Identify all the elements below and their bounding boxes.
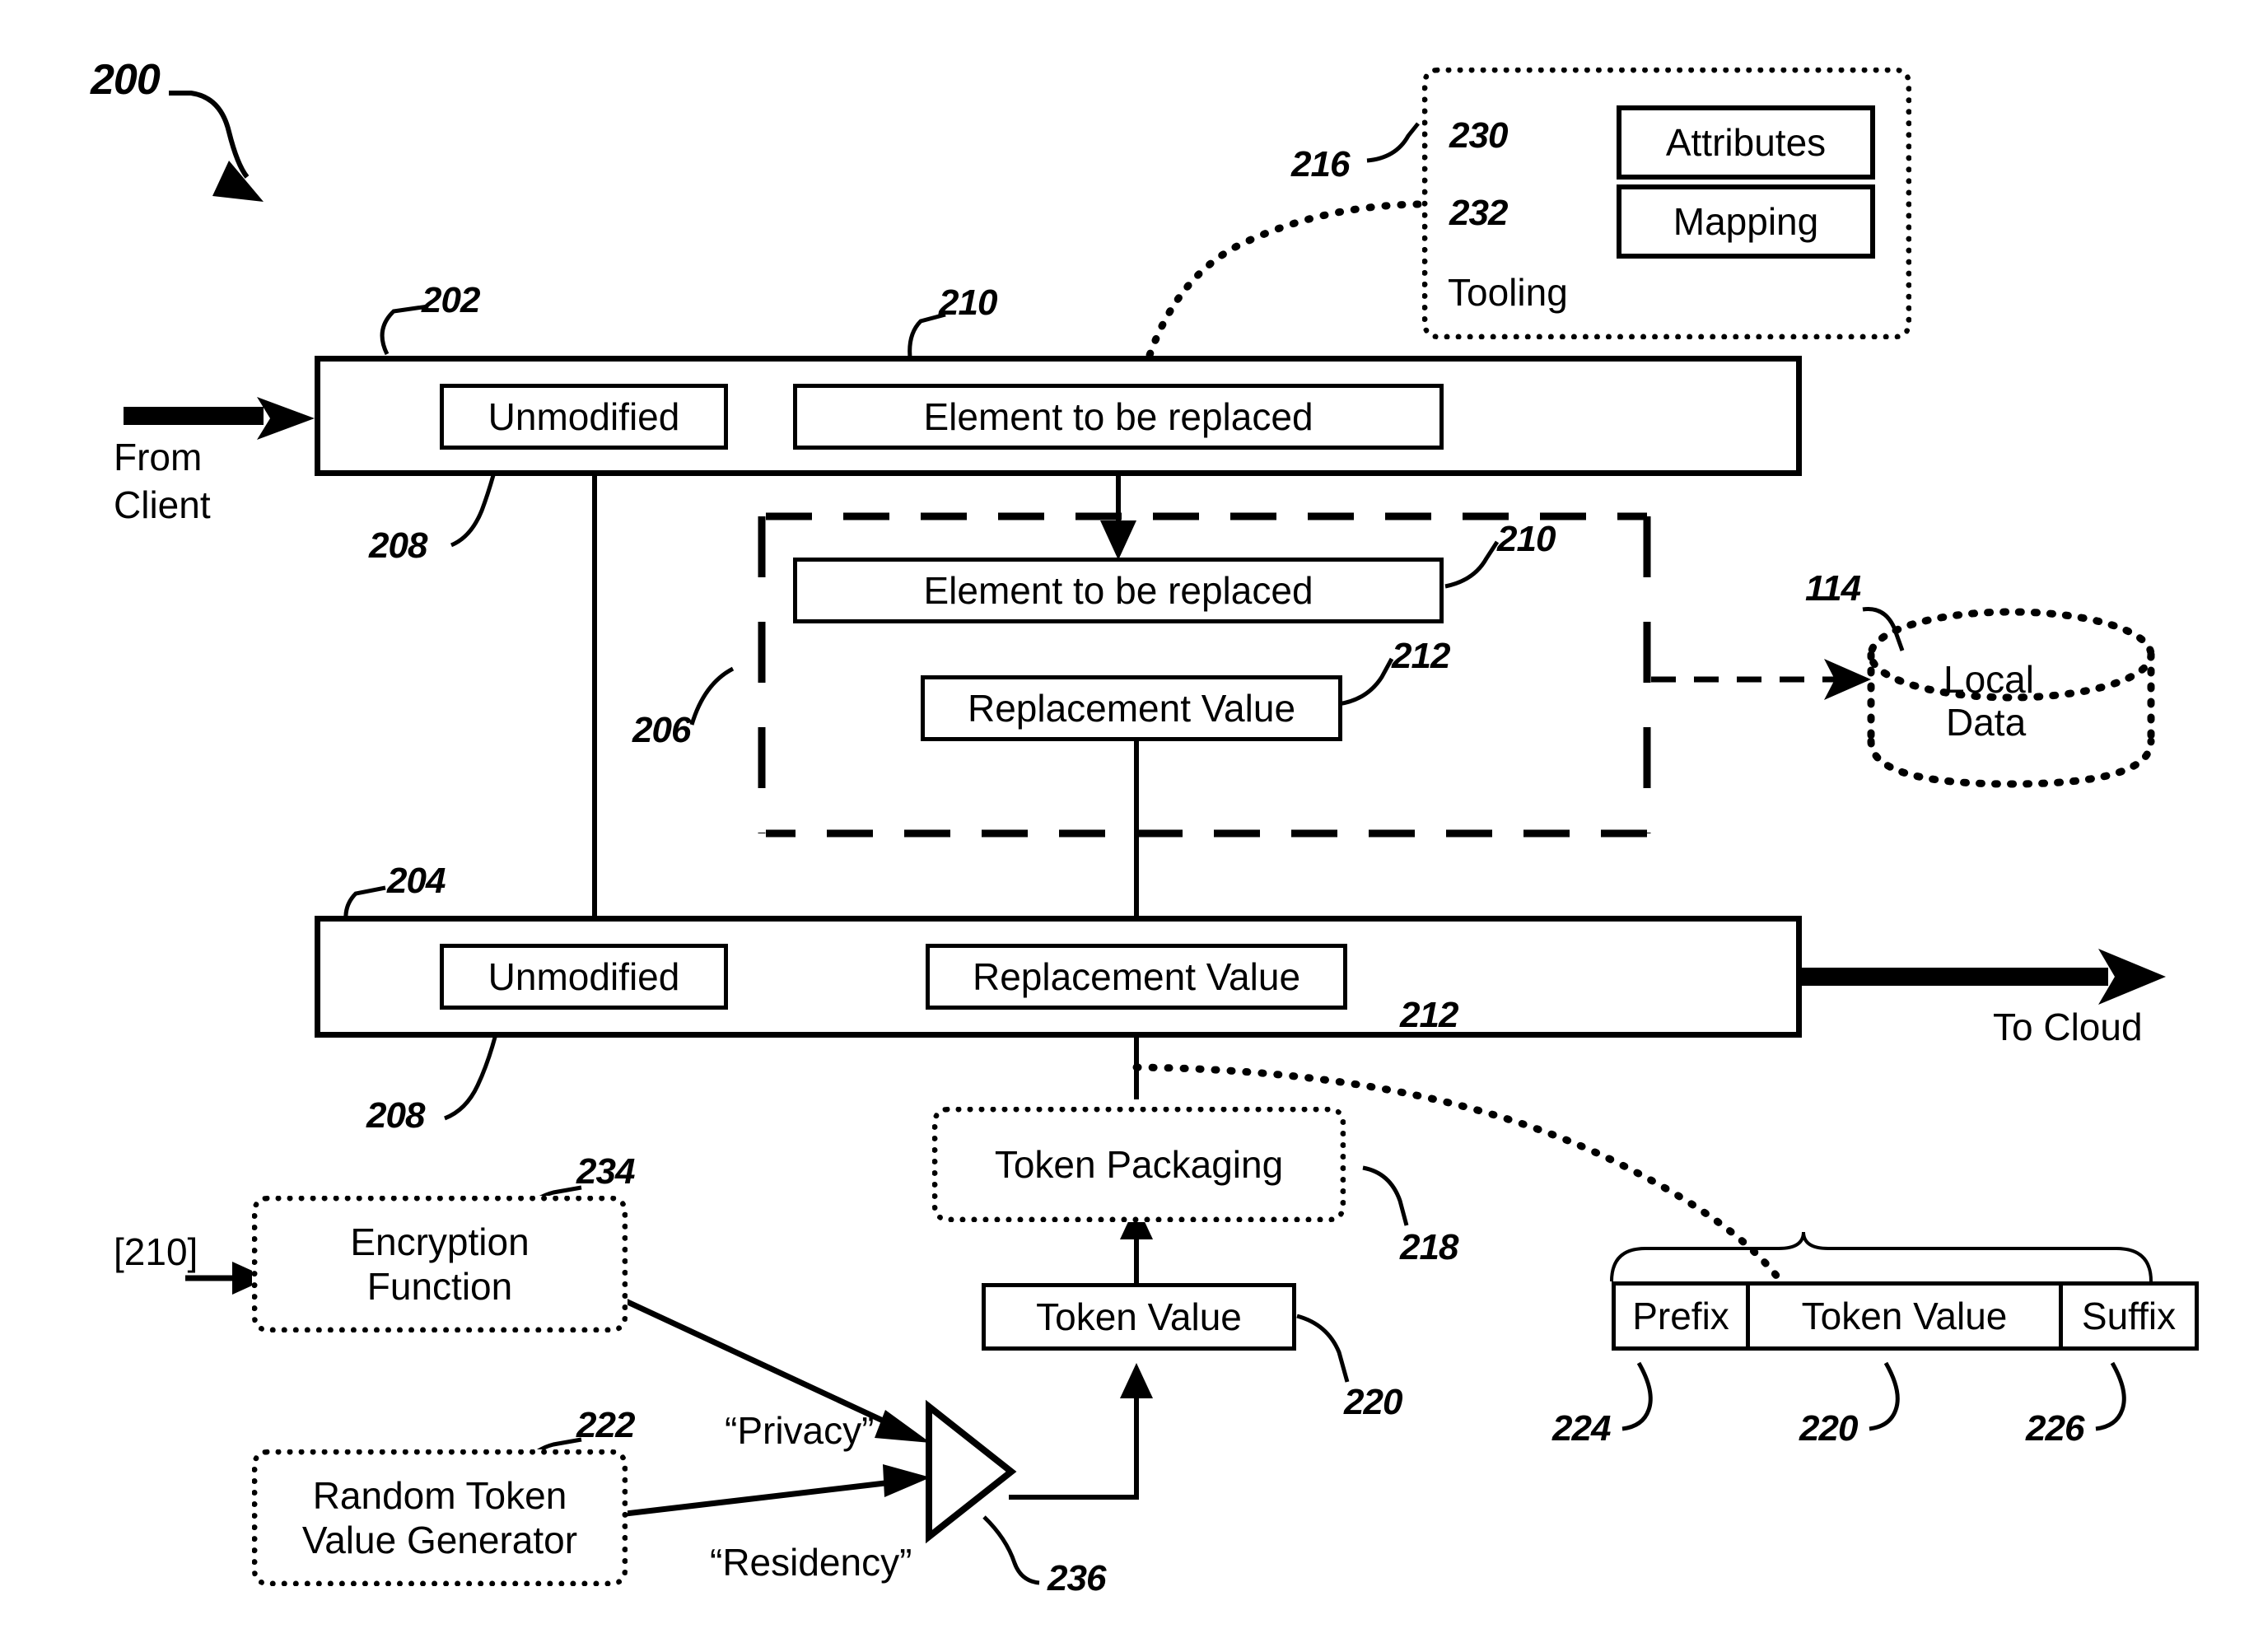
leader-220	[1296, 1314, 1350, 1383]
ref-210-mid: 210	[1497, 519, 1556, 559]
element-top-label: Element to be replaced	[923, 395, 1313, 438]
attributes-label: Attributes	[1665, 121, 1827, 164]
residency-input-arrow	[625, 1464, 931, 1517]
token-format-brace	[1610, 1231, 2153, 1282]
figure-canvas: 200 Tooling Attributes Mapping 216 230 2…	[0, 0, 2263, 1652]
ref-236: 236	[1048, 1558, 1106, 1598]
ref-230: 230	[1449, 115, 1508, 156]
ref-220-cell: 220	[1799, 1408, 1858, 1449]
ref-202: 202	[422, 280, 480, 320]
token-format-prefix-cell[interactable]: Prefix	[1612, 1281, 1750, 1351]
ref-210-top: 210	[939, 282, 997, 323]
ref-222: 222	[576, 1405, 635, 1445]
unmodified-bottom-label: Unmodified	[488, 955, 680, 998]
random-generator-line1: Random Token	[312, 1474, 567, 1517]
unmodified-bottom-box[interactable]: Unmodified	[440, 944, 728, 1010]
replacement-value-mid-box[interactable]: Replacement Value	[921, 675, 1342, 741]
ref-114: 114	[1805, 568, 1861, 609]
replacement-value-bottom-box[interactable]: Replacement Value	[926, 944, 1347, 1010]
prefix-label: Prefix	[1632, 1295, 1729, 1337]
ref-208-bottom: 208	[366, 1095, 425, 1136]
encryption-function-box[interactable]: Encryption Function	[252, 1196, 628, 1332]
local-data-line1: Local	[1943, 658, 2034, 701]
ref-204: 204	[387, 861, 446, 901]
local-data-line2: Data	[1946, 701, 2027, 744]
leader-218	[1362, 1165, 1409, 1226]
token-value-box[interactable]: Token Value	[982, 1283, 1296, 1351]
leader-210-mid	[1444, 540, 1500, 589]
encryption-function-line2: Function	[366, 1265, 513, 1308]
leader-224	[1621, 1361, 1653, 1431]
token-format-value-label: Token Value	[1801, 1295, 2008, 1337]
ref-218: 218	[1400, 1227, 1458, 1267]
unmodified-flow-arrow	[576, 438, 613, 970]
tooling-title: Tooling	[1448, 271, 1568, 314]
token-format-value-cell[interactable]: Token Value	[1746, 1281, 2063, 1351]
leader-226	[2095, 1361, 2126, 1431]
ref-212-mid: 212	[1392, 636, 1450, 676]
unmodified-top-box[interactable]: Unmodified	[440, 384, 728, 450]
unmodified-top-label: Unmodified	[488, 395, 680, 438]
mapping-label: Mapping	[1673, 200, 1819, 243]
figure-number: 200	[91, 56, 161, 104]
token-packaging-box[interactable]: Token Packaging	[932, 1107, 1346, 1222]
element-top-box[interactable]: Element to be replaced	[793, 384, 1444, 450]
selector-to-tokenvalue-arrow	[1009, 1363, 1153, 1500]
token-value-label: Token Value	[1036, 1295, 1242, 1338]
random-token-generator-box[interactable]: Random Token Value Generator	[252, 1449, 628, 1586]
from-client-line1: From	[114, 436, 203, 478]
to-cloud-arrow	[1800, 949, 2166, 1005]
ref-232: 232	[1449, 193, 1508, 233]
replacement-value-bottom-label: Replacement Value	[972, 955, 1301, 998]
ref-212-bottom: 212	[1400, 995, 1458, 1035]
leader-212-mid	[1337, 657, 1394, 707]
to-cloud-label: To Cloud	[1993, 1006, 2143, 1048]
ref-206: 206	[632, 710, 691, 750]
ref-226: 226	[2026, 1408, 2084, 1449]
selector-triangle	[926, 1399, 1017, 1544]
replacement-value-mid-label: Replacement Value	[967, 687, 1296, 730]
from-client-arrow	[124, 397, 315, 440]
ref-216: 216	[1291, 144, 1350, 184]
attributes-box[interactable]: Attributes	[1617, 105, 1875, 180]
residency-label: “Residency”	[710, 1541, 912, 1584]
token-packaging-label: Token Packaging	[994, 1143, 1284, 1186]
ref-220: 220	[1344, 1382, 1402, 1422]
privacy-label: “Privacy”	[725, 1409, 875, 1452]
connector-layer	[124, 91, 2166, 1585]
ref-234: 234	[576, 1151, 635, 1192]
token-format-row: Prefix Token Value Suffix	[1612, 1281, 2207, 1351]
leader-206	[689, 666, 735, 726]
leader-216	[1366, 122, 1420, 163]
token-format-suffix-cell[interactable]: Suffix	[2059, 1281, 2199, 1351]
ref-208-top: 208	[369, 525, 427, 566]
random-generator-line2: Value Generator	[301, 1519, 578, 1561]
figure-leader	[169, 91, 264, 202]
mapping-box[interactable]: Mapping	[1617, 184, 1875, 259]
region-to-localdata-arrow	[1651, 659, 1871, 700]
element-mid-label: Element to be replaced	[923, 569, 1313, 612]
encryption-function-line1: Encryption	[350, 1220, 530, 1263]
from-client-line2: Client	[114, 483, 211, 526]
suffix-label: Suffix	[2081, 1295, 2177, 1337]
leader-236	[982, 1515, 1040, 1585]
element-mid-box[interactable]: Element to be replaced	[793, 558, 1444, 623]
leader-220-cell	[1869, 1361, 1900, 1431]
element-input-label: [210]	[114, 1230, 198, 1273]
ref-224: 224	[1552, 1408, 1611, 1449]
